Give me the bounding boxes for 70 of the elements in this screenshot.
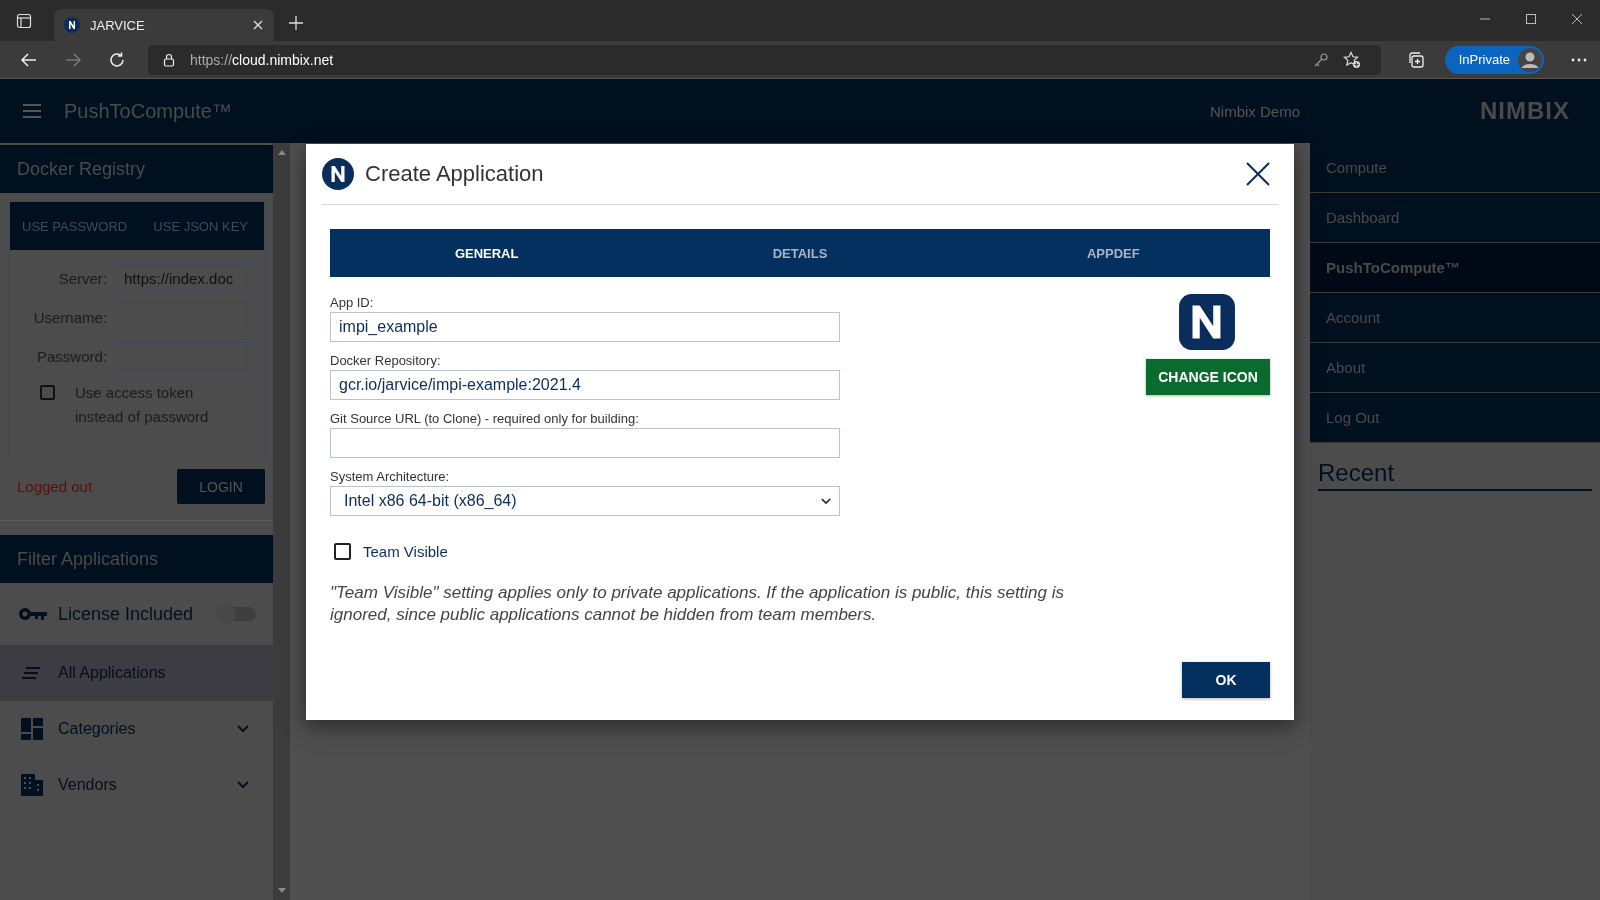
lock-icon bbox=[162, 52, 176, 67]
key-icon[interactable] bbox=[1312, 51, 1329, 68]
back-arrow-icon[interactable] bbox=[20, 50, 38, 69]
collections-icon[interactable] bbox=[1406, 50, 1425, 69]
scroll-down-icon[interactable] bbox=[277, 888, 286, 894]
menu-icon[interactable] bbox=[22, 101, 42, 121]
input-field[interactable]: https://index.doc bbox=[115, 264, 248, 293]
change-icon-button[interactable]: CHANGE ICON bbox=[1146, 359, 1270, 395]
app-icon bbox=[1178, 293, 1236, 351]
field-label: System Architecture: bbox=[330, 469, 451, 484]
building-icon bbox=[20, 773, 44, 797]
field-label: App ID: bbox=[330, 295, 375, 310]
forward-arrow-icon[interactable] bbox=[64, 50, 82, 69]
nav-menu-item[interactable]: Dashboard bbox=[1310, 193, 1600, 243]
field-label: Git Source URL (to Clone) - required only for building: bbox=[330, 411, 640, 426]
user-name: Nimbix Demo bbox=[1210, 102, 1300, 120]
checkbox-label[interactable]: Team Visible bbox=[363, 543, 448, 560]
nav-menu-item[interactable]: Compute bbox=[1310, 143, 1600, 193]
login-status: Logged out bbox=[17, 478, 93, 495]
registry-tab[interactable]: USE JSON KEY bbox=[153, 218, 248, 234]
avatar-icon bbox=[1518, 47, 1542, 72]
note-text: "Team Visible" setting applies only to private applications. If the application is public, this setting is ignored, since public applications cannot be hidden from team members. bbox=[330, 582, 1066, 626]
input-field[interactable]: gcr.io/jarvice/impi-example:2021.4 bbox=[330, 370, 840, 400]
close-icon[interactable] bbox=[1246, 162, 1270, 186]
filter-item[interactable]: Categories bbox=[0, 701, 273, 757]
dialog-title: Create Application bbox=[365, 161, 544, 187]
dialog-tab[interactable]: APPDEF bbox=[956, 229, 1270, 277]
dialog-tab[interactable]: GENERAL bbox=[330, 229, 644, 277]
chevron-down-icon bbox=[821, 497, 831, 505]
section-header: Filter Applications bbox=[0, 535, 273, 583]
url-text: https://cloud.nimbix.net bbox=[190, 51, 334, 68]
star-plus-icon[interactable] bbox=[1342, 50, 1361, 69]
grid-icon bbox=[20, 717, 44, 741]
chevron-down-icon bbox=[237, 725, 249, 733]
key-icon bbox=[18, 606, 48, 622]
new-tab-icon[interactable] bbox=[288, 15, 304, 31]
nav-menu-item[interactable]: About bbox=[1310, 343, 1600, 393]
recent-heading: Recent bbox=[1318, 459, 1592, 491]
filter-item[interactable]: Vendors bbox=[0, 757, 273, 813]
toggle-label: License Included bbox=[58, 603, 194, 625]
checkbox[interactable] bbox=[334, 543, 351, 560]
tab-actions-icon[interactable] bbox=[16, 13, 32, 29]
close-icon[interactable] bbox=[1571, 13, 1583, 25]
field-label: Docker Repository: bbox=[330, 353, 442, 368]
dropdown[interactable]: Intel x86 64-bit (x86_64) bbox=[330, 486, 840, 516]
section-header: Docker Registry bbox=[0, 145, 273, 193]
scroll-up-icon[interactable] bbox=[277, 149, 286, 155]
app-title: PushToCompute™ bbox=[64, 99, 232, 123]
refresh-icon[interactable] bbox=[108, 50, 126, 69]
tab-title: JARVICE bbox=[90, 17, 146, 33]
nav-menu-item[interactable]: Log Out bbox=[1310, 393, 1600, 443]
maximize-icon[interactable] bbox=[1525, 13, 1537, 25]
nimbix-logo-icon bbox=[322, 158, 354, 190]
scrollbar[interactable] bbox=[273, 143, 290, 900]
filter-item[interactable]: All Applications bbox=[0, 645, 273, 701]
inprivate-button[interactable]: InPrivate bbox=[1444, 45, 1544, 74]
ok-button[interactable]: OK bbox=[1182, 662, 1270, 698]
nav-menu-item[interactable]: Account bbox=[1310, 293, 1600, 343]
logo: NIMBIX bbox=[1480, 97, 1570, 125]
registry-tab[interactable]: USE PASSWORD bbox=[22, 218, 128, 234]
login-button[interactable]: LOGIN bbox=[177, 469, 265, 504]
nimbix-favicon-icon bbox=[64, 17, 80, 33]
browser-tab[interactable]: JARVICE bbox=[54, 9, 274, 41]
checkbox[interactable] bbox=[40, 385, 55, 400]
input-field[interactable]: impi_example bbox=[330, 312, 840, 342]
dialog-tab[interactable]: DETAILS bbox=[643, 229, 957, 277]
address-bar[interactable]: https://cloud.nimbix.net bbox=[148, 44, 1381, 75]
nav-menu-item[interactable]: PushToCompute™ bbox=[1310, 243, 1600, 293]
chevron-down-icon bbox=[237, 781, 249, 789]
input-field[interactable] bbox=[330, 428, 840, 458]
